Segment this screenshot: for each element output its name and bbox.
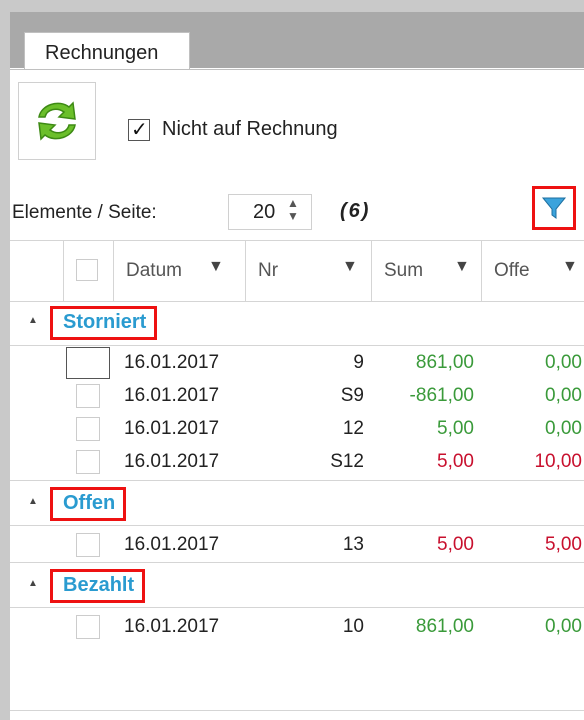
tab-divider xyxy=(10,69,584,70)
cell-nr: 9 xyxy=(353,352,364,373)
tab-rechnungen[interactable]: Rechnungen xyxy=(24,32,190,70)
table-row[interactable]: 16.01.2017 10 861,00 0,00 xyxy=(10,610,584,643)
column-header-sum[interactable]: Sum ▼ xyxy=(372,241,482,301)
row-checkbox[interactable] xyxy=(76,384,100,408)
header-expand-col xyxy=(10,241,64,301)
refresh-icon xyxy=(38,101,76,141)
item-count: (6) xyxy=(340,200,371,222)
column-header-datum[interactable]: Datum ▼ xyxy=(114,241,246,301)
cell-nr: S9 xyxy=(340,385,364,406)
cell-sum: 861,00 xyxy=(415,616,474,637)
group-header-storniert[interactable]: ▲ Storniert xyxy=(10,300,584,346)
cell-datum: 16.01.2017 xyxy=(124,385,220,406)
cell-datum: 16.01.2017 xyxy=(124,451,220,472)
column-label-datum: Datum xyxy=(126,260,182,281)
cell-datum: 16.01.2017 xyxy=(124,418,220,439)
table-row[interactable]: 16.01.2017 9 861,00 0,00 xyxy=(10,346,584,379)
select-all-checkbox[interactable] xyxy=(76,259,98,281)
cell-offen: 5,00 xyxy=(545,534,582,555)
table-row[interactable]: 16.01.2017 13 5,00 5,00 xyxy=(10,528,584,561)
cell-offen: 0,00 xyxy=(545,352,582,373)
not-invoiced-checkbox[interactable] xyxy=(128,117,150,142)
grid-bottom-border xyxy=(10,710,584,711)
table-row[interactable]: 16.01.2017 12 5,00 0,00 xyxy=(10,412,584,445)
cell-sum: -861,00 xyxy=(409,385,474,406)
group-name: Bezahlt xyxy=(50,569,146,603)
group-header-bezahlt[interactable]: ▲ Bezahlt xyxy=(10,562,584,608)
column-label-nr: Nr xyxy=(258,260,279,281)
column-label-offen: Offe xyxy=(494,260,530,281)
page-size-value: 20 xyxy=(253,201,276,223)
cell-datum: 16.01.2017 xyxy=(124,352,220,373)
cell-datum: 16.01.2017 xyxy=(124,616,220,637)
page-size-stepper[interactable]: 20 ▲ ▼ xyxy=(228,194,312,230)
cell-offen: 10,00 xyxy=(534,451,582,472)
cell-sum: 5,00 xyxy=(437,534,474,555)
table-row[interactable]: 16.01.2017 S12 5,00 10,00 xyxy=(10,445,584,478)
cell-nr: 13 xyxy=(342,534,364,555)
row-checkbox[interactable] xyxy=(76,533,100,557)
not-invoiced-label: Nicht auf Rechnung xyxy=(162,118,338,140)
not-invoiced-option[interactable]: Nicht auf Rechnung xyxy=(128,117,338,142)
pager: Elemente / Seite: 20 ▲ ▼ (6) xyxy=(10,190,584,236)
row-checkbox[interactable] xyxy=(76,615,100,639)
cell-datum: 16.01.2017 xyxy=(124,534,220,555)
cell-sum: 5,00 xyxy=(437,418,474,439)
tab-label: Rechnungen xyxy=(45,42,159,64)
group-name: Offen xyxy=(50,487,127,521)
column-label-sum: Sum xyxy=(384,260,424,281)
collapse-caret-icon[interactable]: ▲ xyxy=(28,578,38,589)
column-filter-icon[interactable]: ▼ xyxy=(342,258,358,276)
cell-offen: 0,00 xyxy=(545,385,582,406)
column-filter-icon[interactable]: ▼ xyxy=(454,258,470,276)
cell-sum: 861,00 xyxy=(415,352,474,373)
column-filter-icon[interactable]: ▼ xyxy=(562,258,578,276)
table-row[interactable]: 16.01.2017 S9 -861,00 0,00 xyxy=(10,379,584,412)
stepper-arrows-icon[interactable]: ▲ ▼ xyxy=(287,197,299,223)
collapse-caret-icon[interactable]: ▲ xyxy=(28,496,38,507)
header-select-all[interactable] xyxy=(64,241,114,301)
page-size-label: Elemente / Seite: xyxy=(12,202,157,223)
column-header-nr[interactable]: Nr ▼ xyxy=(246,241,372,301)
cell-nr: 12 xyxy=(342,418,364,439)
filter-button[interactable] xyxy=(532,186,576,230)
row-checkbox[interactable] xyxy=(76,450,100,474)
column-filter-icon[interactable]: ▼ xyxy=(208,258,224,276)
window: Rechnungen Nicht auf Rechnung Elemente /… xyxy=(10,12,584,720)
cell-nr: 10 xyxy=(342,616,364,637)
group-header-offen[interactable]: ▲ Offen xyxy=(10,480,584,526)
cell-offen: 0,00 xyxy=(545,616,582,637)
cell-offen: 0,00 xyxy=(545,418,582,439)
collapse-caret-icon[interactable]: ▲ xyxy=(28,315,38,326)
row-checkbox[interactable] xyxy=(76,417,100,441)
row-checkbox[interactable] xyxy=(66,347,110,379)
group-name: Storniert xyxy=(50,306,158,340)
funnel-icon xyxy=(541,197,567,219)
cell-sum: 5,00 xyxy=(437,451,474,472)
column-header-offen[interactable]: Offe ▼ xyxy=(482,241,584,301)
cell-nr: S12 xyxy=(330,451,364,472)
grid-header: Datum ▼ Nr ▼ Sum ▼ Offe ▼ xyxy=(10,240,584,302)
refresh-button[interactable] xyxy=(18,82,96,160)
